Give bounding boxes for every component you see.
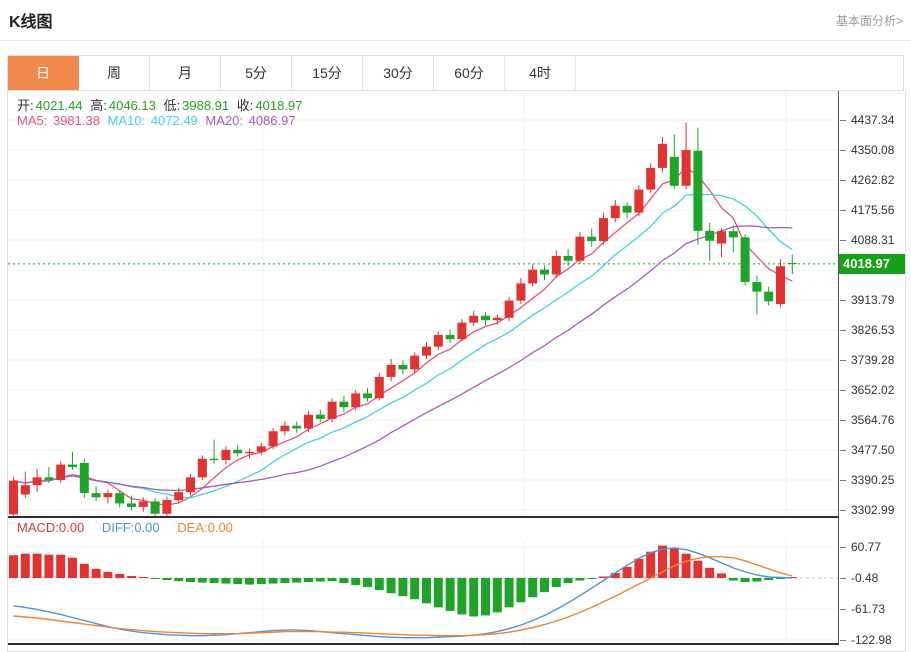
- fundamental-analysis-link[interactable]: 基本面分析>: [836, 12, 903, 29]
- tab-5min[interactable]: 5分: [221, 56, 292, 90]
- price-axis-label: 3477.50: [851, 442, 894, 458]
- macd-label: MACD:: [17, 520, 59, 535]
- macd-readout: MACD:0.00 DIFF:0.00 DEA:0.00: [17, 520, 247, 535]
- high-label: 高:: [90, 98, 107, 113]
- macd-axis-label: -122.98: [851, 632, 892, 648]
- close-value: 4018.97: [255, 98, 302, 113]
- tab-30min[interactable]: 30分: [363, 56, 434, 90]
- price-axis-label: 3564.76: [851, 412, 894, 428]
- close-label: 收:: [237, 98, 254, 113]
- high-value: 4046.13: [109, 98, 156, 113]
- price-axis-label: 3390.25: [851, 472, 894, 488]
- diff-value: 0.00: [134, 520, 159, 535]
- main-pane-bottom-border: [8, 516, 839, 518]
- low-value: 3988.91: [182, 98, 229, 113]
- kline-page: { "header": { "title": "K线图", "link": "基…: [0, 0, 911, 651]
- ma-readout: MA5: 3981.38 MA10: 4072.49 MA20: 4086.97: [17, 113, 300, 128]
- ma20-value: 4086.97: [249, 113, 296, 128]
- ma20-label: MA20:: [205, 113, 246, 128]
- tab-week[interactable]: 周: [79, 56, 150, 90]
- macd-axis-label: -0.48: [851, 570, 878, 586]
- price-axis-label: 3652.02: [851, 382, 894, 398]
- price-axis-label: 4175.56: [851, 202, 894, 218]
- y-axis-line: [838, 91, 839, 645]
- ma5-value: 3981.38: [53, 113, 100, 128]
- ma5-label: MA5:: [17, 113, 51, 128]
- price-axis-label: 3739.28: [851, 352, 894, 368]
- diff-label: DIFF:: [102, 520, 135, 535]
- macd-axis-label: -61.73: [851, 601, 885, 617]
- tab-month[interactable]: 月: [150, 56, 221, 90]
- dea-value: 0.00: [208, 520, 233, 535]
- tab-60min[interactable]: 60分: [434, 56, 505, 90]
- macd-value: 0.00: [59, 520, 84, 535]
- macd-axis-label: 60.77: [851, 539, 881, 555]
- chart-panel: 开:4021.44 高:4046.13 低:3988.91 收:4018.97 …: [7, 91, 906, 652]
- tab-4hour[interactable]: 4时: [505, 56, 576, 90]
- ohlc-readout: 开:4021.44 高:4046.13 低:3988.91 收:4018.97: [17, 95, 306, 114]
- macd-chart-canvas[interactable]: [8, 540, 838, 645]
- price-axis-label: 4088.31: [851, 232, 894, 248]
- ma10-label: MA10:: [108, 113, 149, 128]
- header-divider: [0, 40, 911, 41]
- price-axis-label: 4437.34: [851, 112, 894, 128]
- price-axis-label: 3826.53: [851, 322, 894, 338]
- low-label: 低:: [164, 98, 181, 113]
- main-chart-canvas[interactable]: [8, 91, 838, 517]
- price-axis-label: 3913.79: [851, 292, 894, 308]
- interval-tab-bar: 日周月5分15分30分60分4时: [7, 55, 904, 91]
- price-axis-label: 4262.82: [851, 172, 894, 188]
- current-price-tag: 4018.97: [839, 254, 905, 274]
- page-title: K线图: [9, 8, 53, 32]
- open-label: 开:: [17, 98, 34, 113]
- tab-day[interactable]: 日: [8, 56, 79, 90]
- macd-pane-bottom-border: [8, 643, 839, 645]
- price-axis-label: 3302.99: [851, 502, 894, 518]
- ma10-value: 4072.49: [151, 113, 198, 128]
- price-axis-label: 4350.08: [851, 142, 894, 158]
- open-value: 4021.44: [36, 98, 83, 113]
- dea-label: DEA:: [177, 520, 207, 535]
- tab-15min[interactable]: 15分: [292, 56, 363, 90]
